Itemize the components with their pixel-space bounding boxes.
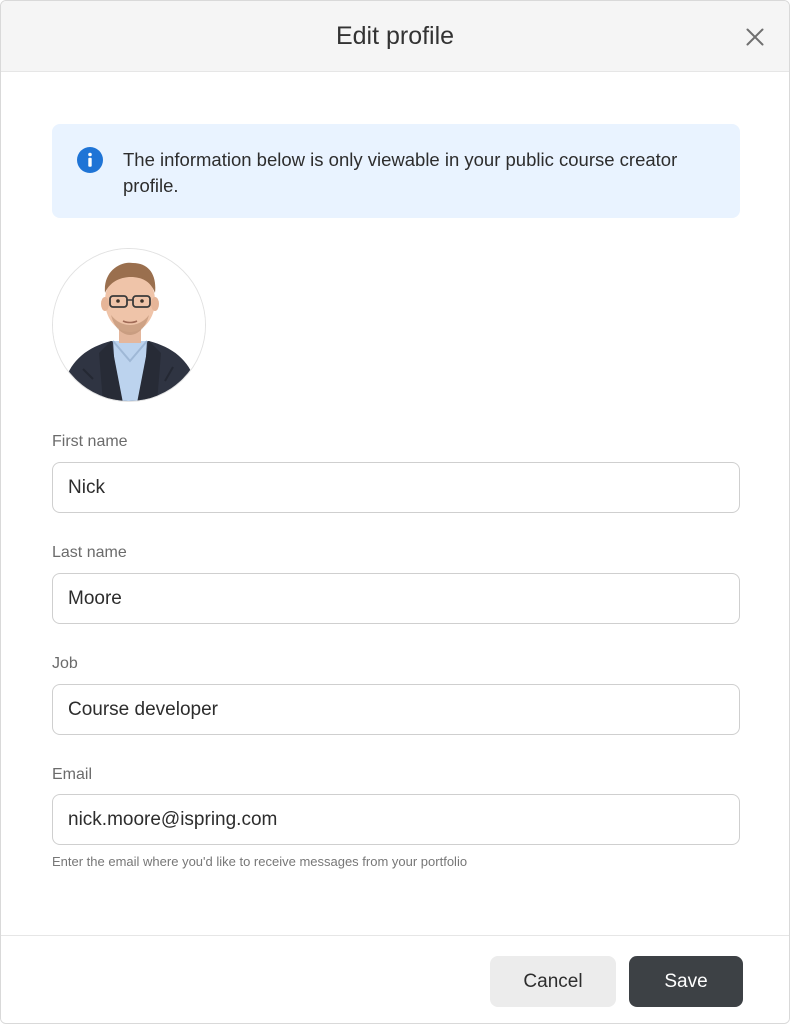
info-text: The information below is only viewable i…: [123, 149, 678, 196]
info-icon: [77, 147, 103, 173]
edit-profile-dialog: Edit profile The information below is on…: [0, 0, 790, 1024]
dialog-header: Edit profile: [1, 1, 789, 72]
cancel-button[interactable]: Cancel: [490, 956, 616, 1007]
first-name-label: First name: [52, 433, 128, 450]
email-input[interactable]: [52, 794, 740, 845]
last-name-input[interactable]: [52, 573, 740, 624]
close-button[interactable]: [739, 21, 771, 53]
job-label: Job: [52, 655, 78, 672]
save-button[interactable]: Save: [629, 956, 743, 1007]
first-name-input[interactable]: [52, 462, 740, 513]
email-hint: Enter the email where you'd like to rece…: [52, 854, 468, 869]
last-name-label: Last name: [52, 544, 127, 561]
dialog-title: Edit profile: [335, 22, 455, 50]
email-label: Email: [52, 766, 93, 783]
dialog-footer: Cancel Save: [1, 935, 789, 1023]
profile-photo: [53, 249, 205, 401]
job-input[interactable]: [52, 684, 740, 735]
info-banner: The information below is only viewable i…: [52, 124, 740, 218]
close-icon: [746, 28, 764, 46]
avatar[interactable]: [52, 248, 206, 402]
